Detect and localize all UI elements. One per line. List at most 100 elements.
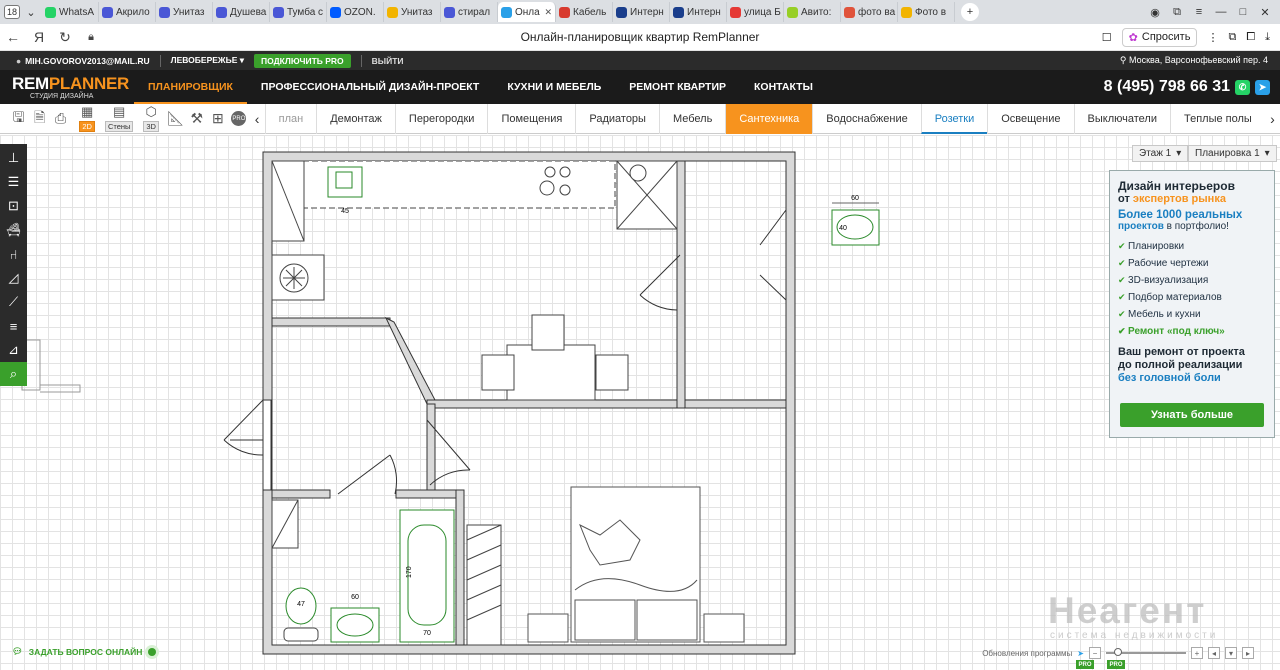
plan-dropdown[interactable]: Планировка 1 ▾ [1188, 145, 1277, 162]
category-tab[interactable]: Теплые полы [1169, 103, 1265, 134]
phone-number[interactable]: 8 (495) 798 66 31 [1104, 78, 1230, 96]
radiator-tool-icon[interactable]: ≡ [0, 314, 27, 338]
extensions-icon[interactable]: ⧠ [1246, 31, 1255, 44]
close-window-icon[interactable]: ✕ [1256, 3, 1274, 21]
print-icon[interactable]: ⎙ [50, 107, 71, 131]
pipe-tool-icon[interactable]: ⟋ [0, 290, 27, 314]
browser-tab[interactable]: WhatsA [42, 2, 99, 22]
yandex-icon[interactable]: Я [26, 29, 52, 45]
categories-right-arrow-icon[interactable]: › [1265, 111, 1280, 127]
ruler-icon[interactable]: 📐︎ [165, 107, 186, 131]
browser-tab[interactable]: Унитаз [156, 2, 213, 22]
browser-tab[interactable]: Интерн [670, 2, 727, 22]
browser-tab[interactable]: Фото в [898, 2, 955, 22]
dim-bath-sink: 60 [351, 594, 359, 601]
list-tool-icon[interactable]: ☰ [0, 170, 27, 194]
chair-tool-icon[interactable]: ⑁ [0, 242, 27, 266]
grid-layout-icon[interactable]: ⊞ [207, 107, 228, 131]
save-icon[interactable]: 🖫︎ [8, 107, 29, 131]
browser-tab[interactable]: Авито: [784, 2, 841, 22]
floor-dropdown[interactable]: Этаж 1 ▾ [1132, 145, 1189, 162]
updates-label[interactable]: Обновления программы [982, 649, 1072, 658]
ask-label: Спросить [1141, 31, 1191, 43]
stairs-tool-icon[interactable]: ◿ [0, 266, 27, 290]
browser-tab[interactable]: Душева [213, 2, 270, 22]
category-tab[interactable]: план [264, 103, 317, 134]
nav-item[interactable]: КОНТАКТЫ [740, 70, 827, 104]
browser-tab[interactable]: улица Б [727, 2, 784, 22]
pan-left-icon[interactable]: ◂ [1208, 647, 1220, 659]
browser-tab[interactable]: фото ва [841, 2, 898, 22]
mode-2d[interactable]: ▦ 2D [73, 104, 101, 134]
pan-down-icon[interactable]: ▾ [1225, 647, 1237, 659]
category-tab[interactable]: Розетки [920, 103, 988, 134]
promo-banner[interactable]: Дизайн интерьеров от экспертов рынка Бол… [1109, 170, 1275, 438]
category-tab[interactable]: Демонтаж [316, 103, 395, 134]
tab-list-chevron-icon[interactable]: ⌄ [22, 3, 40, 21]
new-tab-plus-icon[interactable]: + [961, 3, 979, 21]
zoom-in-icon[interactable]: + [1191, 647, 1203, 659]
category-tab[interactable]: Освещение [987, 103, 1073, 134]
minimize-icon[interactable]: — [1212, 3, 1230, 21]
tab-close-icon[interactable]: ✕ [544, 7, 552, 18]
browser-tab[interactable]: Акрило [99, 2, 156, 22]
browser-tab[interactable]: Тумба с [270, 2, 327, 22]
collections-icon[interactable]: ⧉ [1168, 3, 1186, 21]
wall-tool-icon[interactable]: ⊥ [0, 146, 27, 170]
category-tab[interactable]: Перегородки [394, 103, 488, 134]
tools-icon[interactable]: ⚒ [186, 107, 207, 131]
nav-item[interactable]: РЕМОНТ КВАРТИР [615, 70, 740, 104]
category-tab[interactable]: Радиаторы [575, 103, 659, 134]
bookmark-icon[interactable]: ☐ [1102, 31, 1112, 44]
region-select[interactable]: ЛЕВОБЕРЕЖЬЕ ▾ [171, 55, 244, 66]
maximize-icon[interactable]: □ [1234, 3, 1252, 21]
category-tab[interactable]: Мебель [658, 103, 725, 134]
menu-icon[interactable]: ≡ [1190, 3, 1208, 21]
connect-pro-button[interactable]: ПОДКЛЮЧИТЬ PRO [254, 53, 351, 68]
browser-tab[interactable]: Кабель [556, 2, 613, 22]
browser-tab[interactable]: Унитаз [384, 2, 441, 22]
ask-button[interactable]: ✿ Спросить [1121, 27, 1198, 47]
nav-item[interactable]: КУХНИ И МЕБЕЛЬ [493, 70, 615, 104]
profile-icon[interactable]: ◉ [1146, 3, 1164, 21]
zoom-slider[interactable] [1106, 648, 1186, 656]
logout-link[interactable]: ВЫЙТИ [372, 56, 404, 66]
learn-more-button[interactable]: Узнать больше [1120, 403, 1264, 427]
zoom-out-icon[interactable]: − [1089, 647, 1101, 659]
download-icon[interactable]: ⤓ [1265, 31, 1270, 44]
mode-3d[interactable]: ⬡ 3D [137, 104, 165, 134]
category-tab[interactable]: Водоснабжение [812, 103, 920, 134]
browser-tab[interactable]: Онла ✕ [498, 2, 556, 22]
cabinet-tool-icon[interactable]: ⊡ [0, 194, 27, 218]
tab-counter[interactable]: 18 [4, 5, 20, 19]
browser-tab[interactable]: Интерн [613, 2, 670, 22]
more-icon[interactable]: ⋮ [1207, 31, 1218, 44]
browser-tab[interactable]: стирал [441, 2, 498, 22]
open-icon[interactable]: 🗎︎ [29, 107, 50, 131]
telegram-small-icon[interactable]: ➤ [1077, 649, 1084, 658]
category-tab[interactable]: Выключатели [1073, 103, 1170, 134]
zoom-handle[interactable] [1114, 648, 1122, 656]
measure-tool-icon[interactable]: ⊿ [0, 338, 27, 362]
logo[interactable]: REMPLANNER СТУДИЯ ДИЗАЙНА [0, 75, 134, 100]
share-icon[interactable]: ⧉ [1228, 31, 1236, 44]
mode-walls[interactable]: ▤ Стены [104, 104, 134, 134]
pro-icon[interactable]: PRO [228, 107, 249, 131]
nav-item[interactable]: ПЛАНИРОВЩИК [134, 70, 247, 104]
browser-tab[interactable]: OZON. [327, 2, 384, 22]
back-icon[interactable]: ← [0, 29, 26, 45]
pan-right-icon[interactable]: ▸ [1242, 647, 1254, 659]
ask-online-link[interactable]: 💬︎ ЗАДАТЬ ВОПРОС ОНЛАЙН [12, 646, 157, 657]
bathtub-tool-icon[interactable]: 🛁︎ [0, 218, 27, 242]
categories-left-arrow-icon[interactable]: ‹ [249, 111, 264, 127]
reload-icon[interactable]: ↻ [52, 29, 78, 46]
category-tab[interactable]: Сантехника [725, 103, 813, 134]
whatsapp-icon[interactable]: ✆ [1235, 79, 1250, 95]
search-icon[interactable]: ⌕ [0, 362, 27, 386]
pro-badge: PRO [231, 111, 247, 126]
tab-label: Унитаз [401, 6, 433, 18]
user-email[interactable]: MIH.GOVOROV2013@MAIL.RU [25, 56, 149, 66]
telegram-icon[interactable]: ➤ [1255, 79, 1270, 95]
category-tab[interactable]: Помещения [487, 103, 575, 134]
nav-item[interactable]: ПРОФЕССИОНАЛЬНЫЙ ДИЗАЙН-ПРОЕКТ [247, 70, 493, 104]
